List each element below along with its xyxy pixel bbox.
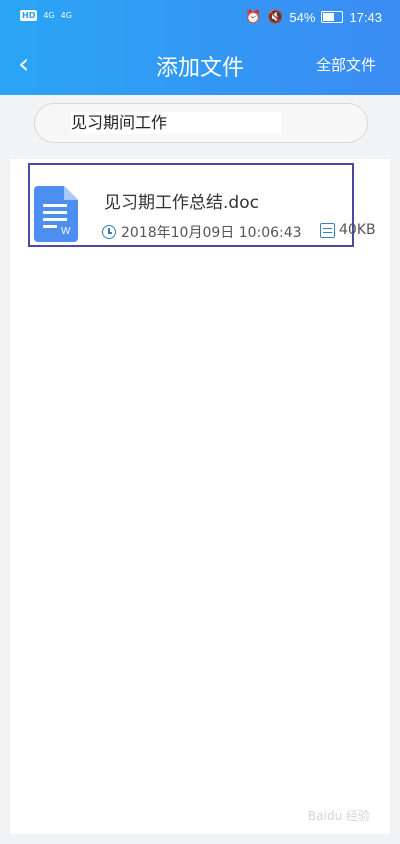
status-bar: HD 4G 4G ⏰ 🔇 54% 17:43 [0, 0, 400, 34]
mute-icon: 🔇 [267, 9, 284, 24]
signal-1: 4G [43, 10, 55, 20]
app-header: HD 4G 4G ⏰ 🔇 54% 17:43 ‹ 添加文件 全部文件 [0, 0, 400, 95]
file-name: 见习期工作总结.doc [104, 193, 259, 213]
battery-percent: 54% [289, 9, 316, 25]
search-query: 见习期间工作 [71, 112, 281, 134]
status-left: HD 4G 4G [20, 10, 72, 21]
watermark: Baidu 经验 [308, 809, 370, 823]
alarm-icon: ⏰ [245, 9, 262, 24]
nav-bar: ‹ 添加文件 全部文件 [0, 40, 400, 90]
battery-icon [321, 11, 344, 23]
size-text: 40KB [339, 222, 376, 238]
clock-icon [102, 225, 116, 239]
search-area: 见习期间工作 [0, 95, 400, 157]
search-input[interactable]: 见习期间工作 [34, 103, 368, 143]
storage-icon [320, 222, 335, 238]
all-files-button[interactable]: 全部文件 [316, 54, 376, 75]
signal-2: 4G [60, 10, 72, 20]
results-panel [10, 159, 390, 834]
svg-text:W: W [61, 226, 71, 237]
datetime-text: 2018年10月09日 10:06:43 [121, 225, 302, 241]
clock-time: 17:43 [349, 9, 382, 25]
file-datetime: 2018年10月09日 10:06:43 [102, 222, 302, 242]
hd-label: HD [20, 10, 38, 21]
status-right: ⏰ 🔇 54% 17:43 [245, 9, 382, 25]
file-size: 40KB [320, 222, 376, 238]
word-document-icon: W [34, 186, 78, 242]
